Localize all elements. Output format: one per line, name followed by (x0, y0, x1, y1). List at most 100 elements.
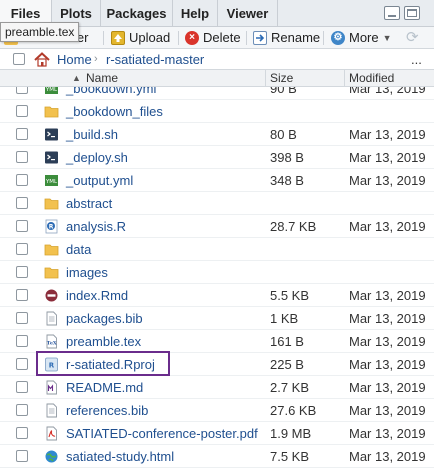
breadcrumb-home-link[interactable]: Home (57, 49, 92, 70)
file-name-link[interactable]: _output.yml (66, 169, 133, 192)
file-name-link[interactable]: images (66, 261, 108, 284)
column-header-name[interactable]: Name (86, 70, 118, 87)
file-select-checkbox[interactable] (16, 197, 28, 209)
minimize-pane-icon[interactable] (384, 6, 400, 20)
file-size: 7.5 KB (270, 449, 310, 464)
file-name-link[interactable]: _bookdown_files (66, 100, 163, 123)
file-row[interactable]: _bookdown_files (0, 100, 434, 123)
maximize-pane-icon[interactable] (404, 6, 420, 20)
file-row[interactable]: packages.bib 1 KB Mar 13, 2019 (0, 307, 434, 330)
file-row[interactable]: TeX preamble.tex 161 B Mar 13, 2019 (0, 330, 434, 353)
file-modified-date: Mar 13, 2019 (349, 403, 426, 418)
file-select-checkbox[interactable] (16, 450, 28, 462)
file-modified-date: Mar 13, 2019 (349, 288, 426, 303)
file-modified-date: Mar 13, 2019 (349, 219, 426, 234)
file-modified-date: Mar 13, 2019 (349, 173, 426, 188)
file-modified-date: Mar 13, 2019 (349, 334, 426, 349)
file-name-link[interactable]: data (66, 238, 91, 261)
rename-icon (253, 31, 267, 45)
file-name-link[interactable]: references.bib (66, 399, 148, 422)
file-row[interactable]: YML _bookdown.yml 90 B Mar 13, 2019 (0, 87, 434, 100)
svg-text:YML: YML (45, 179, 58, 185)
file-name-link[interactable]: preamble.tex (66, 330, 141, 353)
toolbar-divider (246, 31, 247, 45)
toolbar-divider (323, 31, 324, 45)
gear-icon: ⚙ (331, 31, 345, 45)
file-select-checkbox[interactable] (16, 335, 28, 347)
file-select-checkbox[interactable] (16, 381, 28, 393)
column-header-modified[interactable]: Modified (349, 70, 394, 87)
breadcrumb-current-folder[interactable]: r-satiated-master (106, 49, 204, 70)
file-name-link[interactable]: README.md (66, 376, 143, 399)
column-divider (265, 70, 266, 87)
rproj-icon: R (44, 357, 59, 372)
file-modified-date: Mar 13, 2019 (349, 357, 426, 372)
file-row[interactable]: abstract (0, 192, 434, 215)
file-name-link[interactable]: index.Rmd (66, 284, 128, 307)
file-select-checkbox[interactable] (16, 404, 28, 416)
tab-viewer[interactable]: Viewer (218, 0, 278, 26)
tab-help[interactable]: Help (173, 0, 218, 26)
file-select-checkbox[interactable] (16, 105, 28, 117)
rename-button[interactable]: Rename (253, 27, 320, 49)
select-all-checkbox[interactable] (13, 53, 25, 65)
file-modified-date: Mar 13, 2019 (349, 311, 426, 326)
file-size: 80 B (270, 127, 297, 142)
file-select-checkbox[interactable] (16, 289, 28, 301)
file-select-checkbox[interactable] (16, 87, 28, 94)
file-select-checkbox[interactable] (16, 427, 28, 439)
file-select-checkbox[interactable] (16, 312, 28, 324)
file-name-link[interactable]: SATIATED-conference-poster.pdf (66, 422, 258, 445)
file-row[interactable]: index.Rmd 5.5 KB Mar 13, 2019 (0, 284, 434, 307)
file-name-link[interactable]: _bookdown.yml (66, 87, 156, 100)
more-menu-button[interactable]: ⚙ More ▼ (331, 27, 392, 49)
folder-icon (44, 104, 59, 119)
file-row[interactable]: images (0, 261, 434, 284)
file-row[interactable]: references.bib 27.6 KB Mar 13, 2019 (0, 399, 434, 422)
file-name-link[interactable]: packages.bib (66, 307, 143, 330)
file-select-checkbox[interactable] (16, 220, 28, 232)
file-name-link[interactable]: satiated-study.html (66, 445, 174, 468)
file-row[interactable]: YML _output.yml 348 B Mar 13, 2019 (0, 169, 434, 192)
breadcrumb-overflow-button[interactable]: ... (411, 49, 422, 70)
file-row[interactable]: data (0, 238, 434, 261)
upload-label: Upload (129, 30, 171, 45)
file-name-link[interactable]: _build.sh (66, 123, 118, 146)
folder-icon (44, 242, 59, 257)
file-modified-date: Mar 13, 2019 (349, 380, 426, 395)
document-icon (44, 311, 59, 326)
rename-label: Rename (271, 30, 321, 45)
file-name-link[interactable]: _deploy.sh (66, 146, 128, 169)
file-select-checkbox[interactable] (16, 243, 28, 255)
svg-text:R: R (49, 361, 55, 369)
file-select-checkbox[interactable] (16, 128, 28, 140)
home-icon (34, 52, 50, 67)
file-row[interactable]: SATIATED-conference-poster.pdf 1.9 MB Mar … (0, 422, 434, 445)
file-size: 2.7 KB (270, 380, 310, 395)
file-row[interactable]: _build.sh 80 B Mar 13, 2019 (0, 123, 434, 146)
file-name-link[interactable]: analysis.R (66, 215, 126, 238)
upload-button[interactable]: Upload (111, 27, 170, 49)
file-select-checkbox[interactable] (16, 266, 28, 278)
file-row[interactable]: satiated-study.html 7.5 KB Mar 13, 2019 (0, 445, 434, 468)
file-name-link[interactable]: r-satiated.Rproj (66, 353, 155, 376)
file-select-checkbox[interactable] (16, 151, 28, 163)
file-row[interactable]: README.md 2.7 KB Mar 13, 2019 (0, 376, 434, 399)
file-modified-date: Mar 13, 2019 (349, 426, 426, 441)
upload-icon (111, 31, 125, 45)
column-header-size[interactable]: Size (270, 70, 293, 87)
file-row[interactable]: Ranalysis.R 28.7 KB Mar 13, 2019 (0, 215, 434, 238)
toolbar-divider (178, 31, 179, 45)
sort-ascending-icon: ▲ (72, 73, 81, 83)
yml-icon: YML (44, 87, 59, 96)
file-row[interactable]: Rr-satiated.Rproj 225 B Mar 13, 2019 (0, 353, 434, 376)
tab-packages[interactable]: Packages (101, 0, 173, 26)
refresh-icon[interactable]: ⟳ (406, 27, 419, 49)
file-row[interactable]: _deploy.sh 398 B Mar 13, 2019 (0, 146, 434, 169)
file-list-header: ▲ Name Size Modified (0, 70, 434, 87)
breadcrumb-separator: › (94, 53, 98, 65)
file-name-link[interactable]: abstract (66, 192, 112, 215)
file-select-checkbox[interactable] (16, 174, 28, 186)
delete-button[interactable]: × Delete (185, 27, 241, 49)
file-select-checkbox[interactable] (16, 358, 28, 370)
